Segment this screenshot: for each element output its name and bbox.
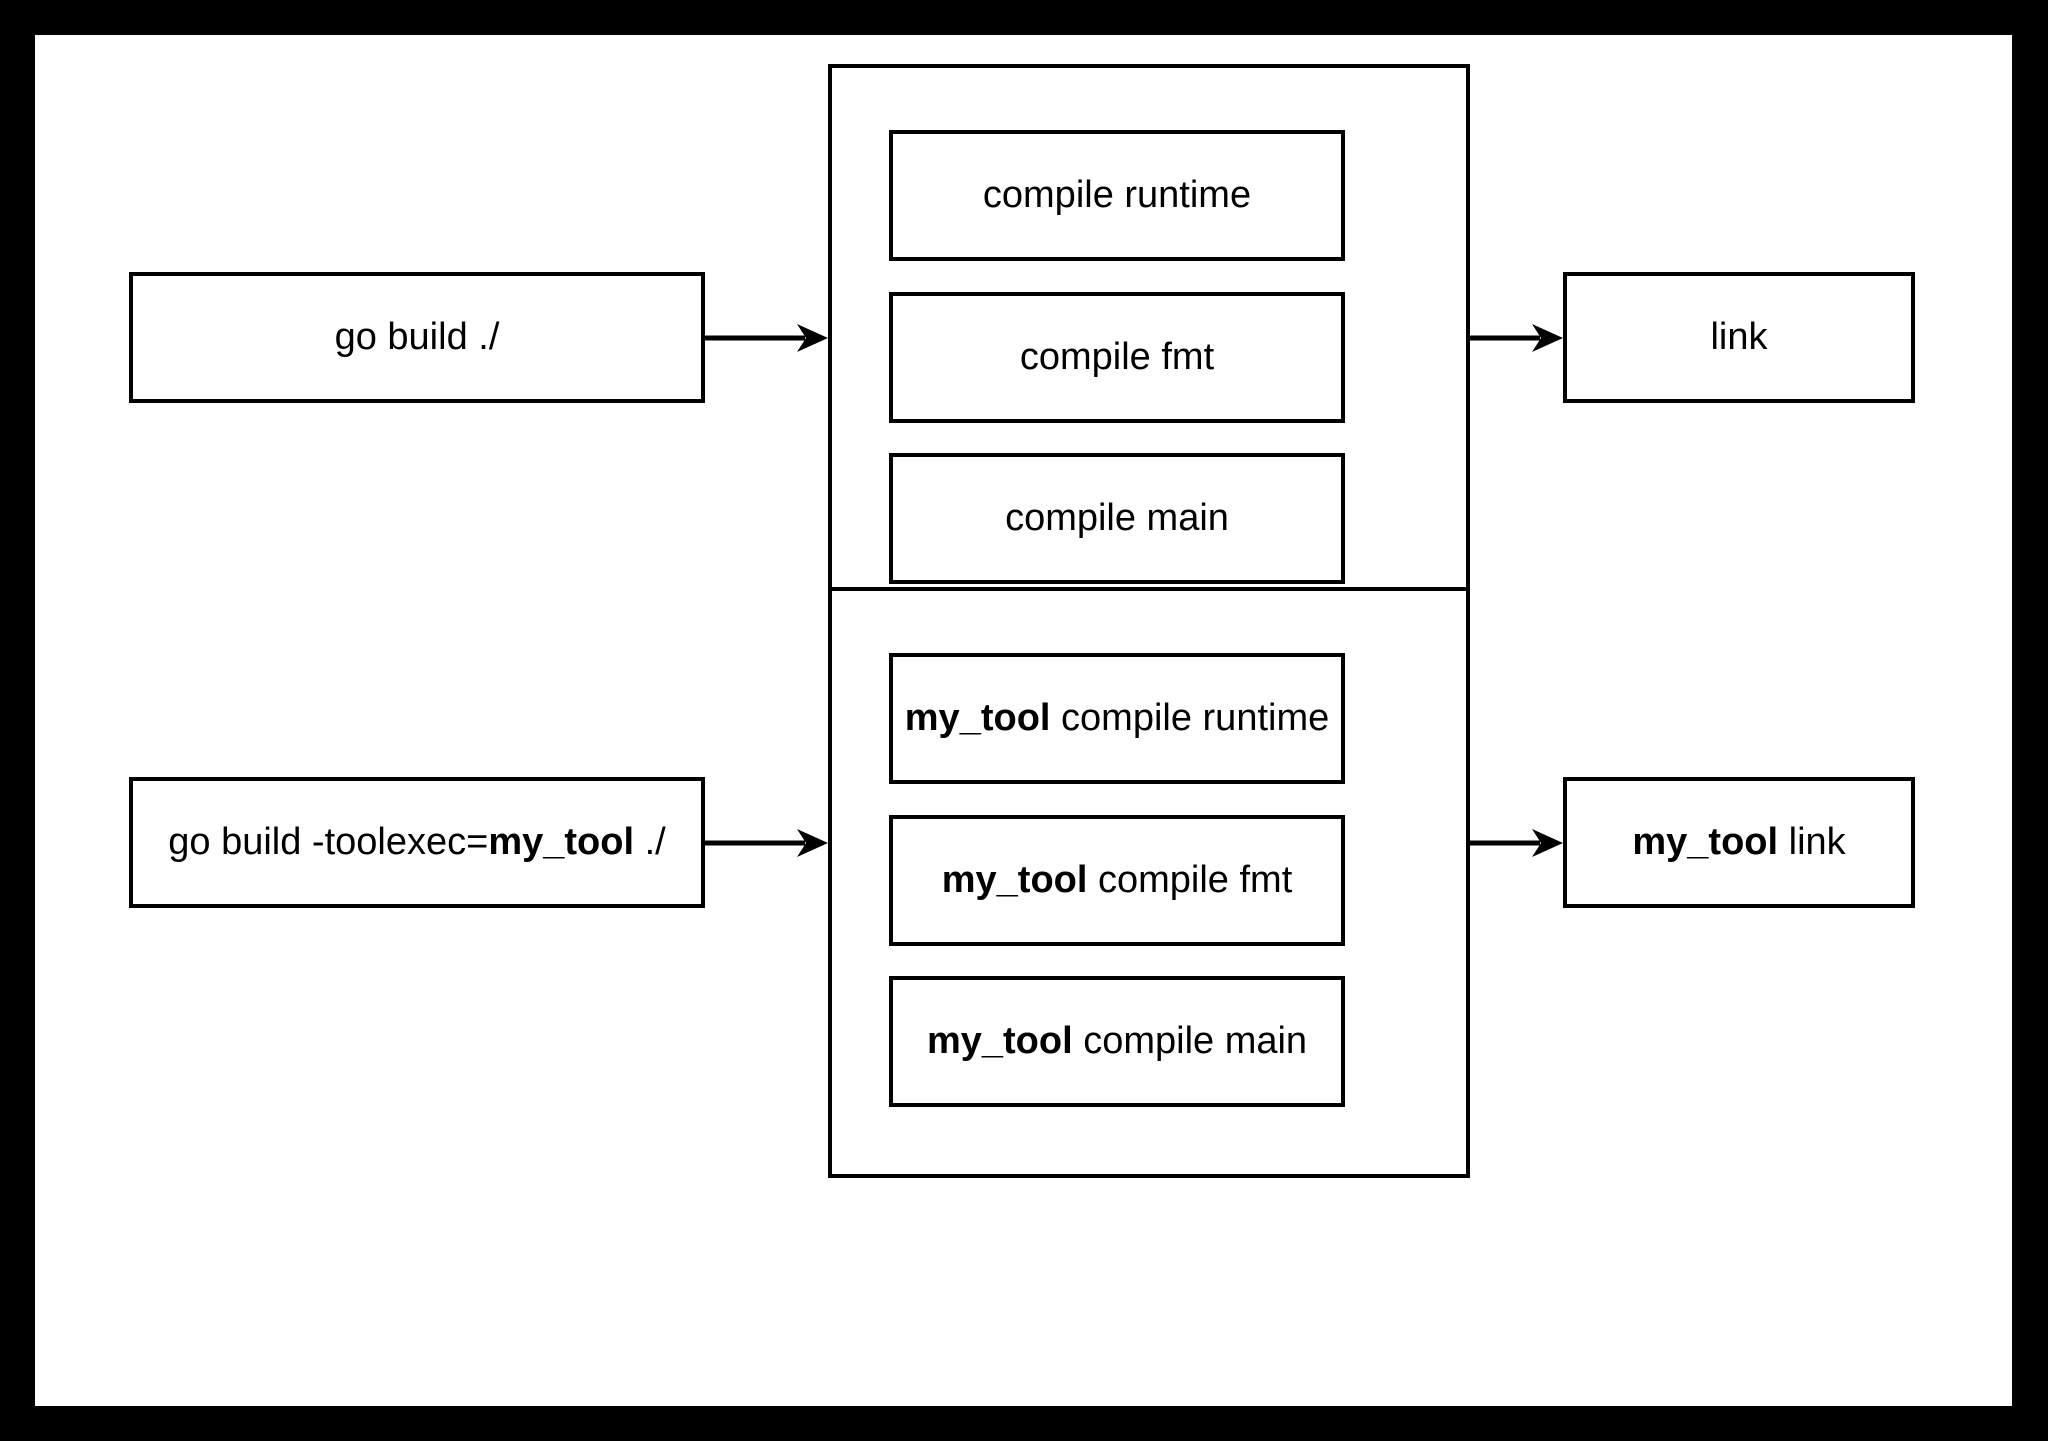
step-box-compile-fmt-label: compile fmt xyxy=(1019,335,1215,378)
command-box-go-build-label: go build ./ xyxy=(334,315,500,358)
step-box-my-tool-compile-runtime: my_tool compile runtime xyxy=(889,653,1345,784)
step-box-my-tool-compile-main: my_tool compile main xyxy=(889,976,1345,1107)
output-box-my-tool-link: my_tool link xyxy=(1563,777,1915,908)
step-box-my-tool-compile-runtime-tool: my_tool xyxy=(904,696,1051,739)
step-box-compile-main-label: compile main xyxy=(1005,496,1229,539)
arrow-compile-group-to-link xyxy=(1470,323,1563,353)
step-box-compile-main: compile main xyxy=(889,453,1345,584)
output-box-my-tool-link-tool: my_tool xyxy=(1632,820,1779,863)
command-box-go-build-toolexec: go build -toolexec=my_tool ./ xyxy=(129,777,705,908)
output-box-link: link xyxy=(1563,272,1915,403)
step-box-compile-runtime-label: compile runtime xyxy=(982,173,1252,216)
compile-steps-group-toolexec: my_tool compile runtime my_tool compile … xyxy=(828,587,1470,1178)
compile-steps-group-plain: compile runtime compile fmt compile main xyxy=(828,64,1470,655)
step-box-my-tool-compile-main-label: compile main xyxy=(1072,1019,1308,1062)
step-box-my-tool-compile-fmt: my_tool compile fmt xyxy=(889,815,1345,946)
arrow-go-build-to-compile-group xyxy=(705,323,828,353)
output-box-my-tool-link-label: link xyxy=(1778,820,1846,863)
command-box-go-build: go build ./ xyxy=(129,272,705,403)
diagram-canvas: go build ./ compile runtime compile fmt … xyxy=(0,0,2048,1441)
diagram-surface: go build ./ compile runtime compile fmt … xyxy=(35,35,2012,1406)
arrow-compile-group-to-my-tool-link xyxy=(1470,828,1563,858)
command-box-toolexec-prefix: go build -toolexec= xyxy=(168,820,489,863)
step-box-my-tool-compile-main-tool: my_tool xyxy=(926,1019,1073,1062)
command-box-toolexec-suffix: ./ xyxy=(634,820,666,863)
step-box-my-tool-compile-fmt-label: compile fmt xyxy=(1087,858,1293,901)
output-box-link-label: link xyxy=(1710,315,1768,358)
step-box-compile-runtime: compile runtime xyxy=(889,130,1345,261)
step-box-my-tool-compile-runtime-label: compile runtime xyxy=(1050,696,1330,739)
arrow-toolexec-build-to-compile-group xyxy=(705,828,828,858)
step-box-compile-fmt: compile fmt xyxy=(889,292,1345,423)
step-box-my-tool-compile-fmt-tool: my_tool xyxy=(941,858,1088,901)
command-box-toolexec-tool-name: my_tool xyxy=(488,820,635,863)
